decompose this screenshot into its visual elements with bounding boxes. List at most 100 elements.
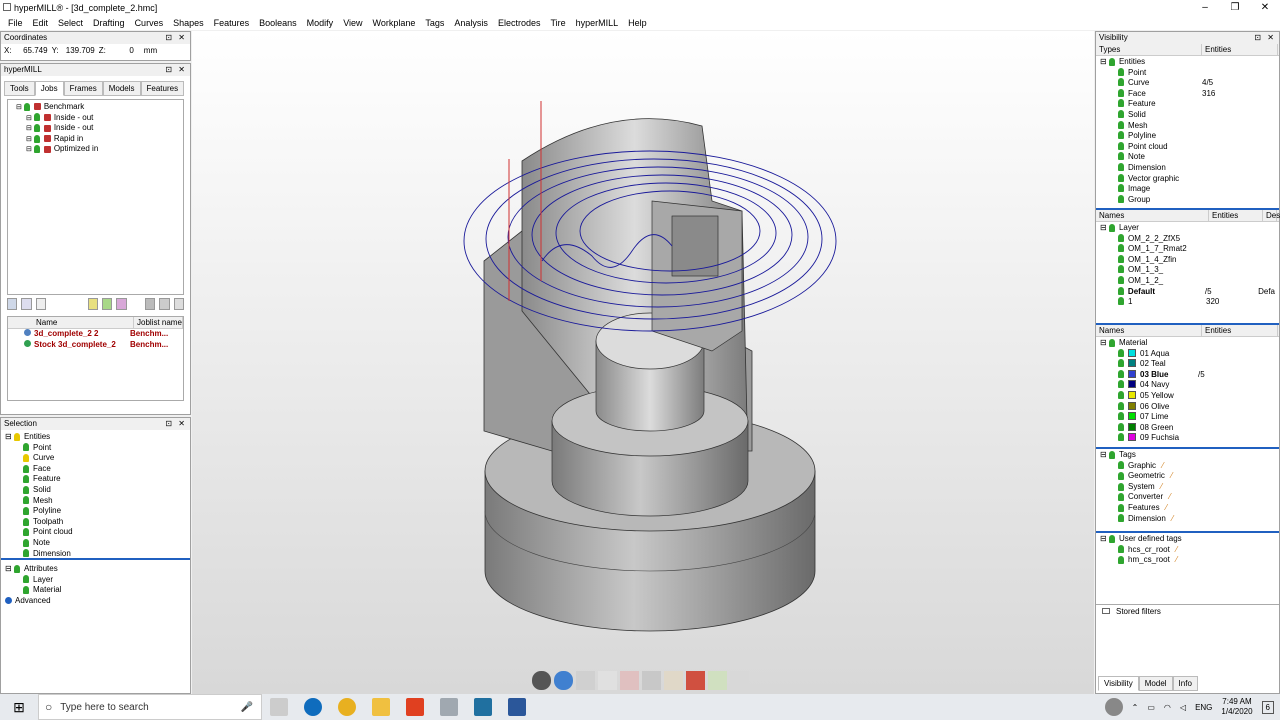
- column-header[interactable]: Entities: [1202, 44, 1278, 55]
- attribute-item[interactable]: Layer: [5, 575, 186, 586]
- attribute-item[interactable]: Material: [5, 585, 186, 596]
- menu-help[interactable]: Help: [623, 18, 652, 28]
- material-item[interactable]: 06 Olive: [1100, 401, 1275, 413]
- column-header[interactable]: Names: [1096, 325, 1202, 336]
- expand-icon[interactable]: ⊟: [26, 115, 34, 122]
- column-header[interactable]: Name: [8, 317, 134, 328]
- material-item[interactable]: 04 Navy: [1100, 380, 1275, 391]
- table-row[interactable]: Stock 3d_complete_2 Benchm...: [8, 339, 183, 351]
- acrobat-icon[interactable]: [406, 698, 424, 716]
- menu-file[interactable]: File: [3, 18, 28, 28]
- type-item[interactable]: Polyline: [1100, 131, 1275, 142]
- column-header[interactable]: Des: [1263, 210, 1280, 221]
- layer-item[interactable]: OM_1_7_Rmat2: [1100, 244, 1275, 255]
- table-row[interactable]: 3d_complete_2 2 Benchm...: [8, 329, 183, 340]
- pencil-icon[interactable]: ⁄: [1164, 503, 1167, 512]
- calculate-icon[interactable]: [102, 298, 113, 310]
- expand-icon[interactable]: ⊟: [16, 104, 24, 111]
- settings-icon[interactable]: [35, 298, 47, 310]
- chevron-up-icon[interactable]: ⌃: [1132, 703, 1139, 712]
- pencil-icon[interactable]: ⁄: [1167, 492, 1170, 501]
- job-item[interactable]: ⊟ Inside - out: [12, 123, 179, 134]
- expand-icon[interactable]: ⊟: [26, 125, 34, 132]
- job-item[interactable]: ⊟ Inside - out: [12, 113, 179, 124]
- dimension-icon[interactable]: [642, 671, 661, 690]
- menu-features[interactable]: Features: [209, 18, 255, 28]
- menu-analysis[interactable]: Analysis: [449, 18, 493, 28]
- pin-icon[interactable]: ⊡ ✕: [165, 32, 187, 44]
- expand-icon[interactable]: ⊟: [5, 432, 14, 441]
- pencil-icon[interactable]: ⁄: [1160, 461, 1163, 470]
- color-icon[interactable]: [686, 671, 705, 690]
- menu-electrodes[interactable]: Electrodes: [493, 18, 546, 28]
- material-item[interactable]: 02 Teal: [1100, 359, 1275, 370]
- expand-icon[interactable]: ⊟: [1100, 223, 1109, 232]
- type-item[interactable]: Solid: [1100, 109, 1275, 121]
- y-value[interactable]: 139.709: [63, 46, 95, 55]
- hypermill-taskbar-icon[interactable]: [440, 698, 458, 716]
- pencil-icon[interactable]: ⁄: [1169, 471, 1172, 480]
- tag-item[interactable]: Features ⁄: [1100, 503, 1275, 514]
- tab-info[interactable]: Info: [1172, 676, 1198, 691]
- tag-item[interactable]: Graphic ⁄: [1100, 461, 1275, 472]
- menu-booleans[interactable]: Booleans: [254, 18, 302, 28]
- chrome-icon[interactable]: [338, 698, 356, 716]
- job-item[interactable]: ⊟ Rapid in: [12, 134, 179, 145]
- selection-item[interactable]: Point: [5, 443, 186, 454]
- expand-icon[interactable]: ⊟: [1100, 534, 1109, 543]
- layer-item[interactable]: Default/5 Defa: [1100, 286, 1275, 298]
- column-header[interactable]: Entities: [1209, 210, 1263, 221]
- pencil-icon[interactable]: ⁄: [1170, 514, 1173, 523]
- job-list-root[interactable]: ⊟ Benchmark: [12, 102, 179, 113]
- new-job-icon[interactable]: [7, 298, 18, 310]
- layer-item[interactable]: OM_1_2_: [1100, 275, 1275, 287]
- column-header[interactable]: Entities: [1202, 325, 1278, 336]
- tab-models[interactable]: Models: [102, 81, 141, 96]
- expand-icon[interactable]: ⊟: [1100, 57, 1109, 66]
- type-item[interactable]: Point cloud: [1100, 141, 1275, 153]
- wifi-icon[interactable]: ◠: [1164, 703, 1171, 712]
- layer-root[interactable]: ⊟ Layer: [1100, 223, 1275, 234]
- selection-item[interactable]: Feature: [5, 474, 186, 485]
- type-item[interactable]: Group: [1100, 194, 1275, 206]
- tag-item[interactable]: hcs_cr_root ⁄: [1100, 545, 1275, 556]
- type-item[interactable]: Dimension: [1100, 162, 1275, 174]
- type-item[interactable]: Vector graphic: [1100, 173, 1275, 185]
- word-icon[interactable]: [508, 698, 526, 716]
- layer-item[interactable]: 1 320: [1100, 297, 1275, 308]
- pin-icon[interactable]: ⊡ ✕: [1254, 32, 1276, 44]
- selection-item[interactable]: Polyline: [5, 506, 186, 517]
- model-icon[interactable]: [173, 298, 184, 310]
- search-box[interactable]: ○ Type here to search 🎤: [38, 694, 262, 720]
- material-item[interactable]: 08 Green: [1100, 422, 1275, 434]
- selection-item[interactable]: Point cloud: [5, 527, 186, 538]
- menu-curves[interactable]: Curves: [130, 18, 169, 28]
- menu-tire[interactable]: Tire: [545, 18, 570, 28]
- selection-item[interactable]: Face: [5, 464, 186, 475]
- user-avatar[interactable]: [1104, 698, 1123, 716]
- notifications-icon[interactable]: 6: [1261, 700, 1274, 714]
- frame-icon[interactable]: [159, 298, 170, 310]
- tag-item[interactable]: hm_cs_root ⁄: [1100, 555, 1275, 566]
- type-item[interactable]: Note: [1100, 152, 1275, 163]
- material-root[interactable]: ⊟ Material: [1100, 338, 1275, 349]
- menu-modify[interactable]: Modify: [302, 18, 339, 28]
- expand-icon[interactable]: ⊟: [5, 564, 14, 573]
- file-explorer-icon[interactable]: [372, 698, 390, 716]
- measure-icon[interactable]: [620, 671, 639, 690]
- ruler-icon[interactable]: [598, 671, 617, 690]
- menu-hypermill[interactable]: hyperMILL: [571, 18, 624, 28]
- tab-frames[interactable]: Frames: [63, 81, 103, 96]
- app-taskbar-icon[interactable]: [474, 698, 492, 716]
- layer-item[interactable]: OM_2_2_ZfX5: [1100, 233, 1275, 245]
- selection-root[interactable]: ⊟ Entities: [5, 432, 186, 443]
- menu-workplane[interactable]: Workplane: [368, 18, 421, 28]
- material-item[interactable]: 07 Lime: [1100, 412, 1275, 423]
- minimize-icon[interactable]: –: [1190, 0, 1220, 15]
- tab-jobs[interactable]: Jobs: [34, 81, 64, 96]
- tab-model[interactable]: Model: [1138, 676, 1173, 691]
- language-indicator[interactable]: ENG: [1195, 703, 1212, 712]
- layer-item[interactable]: OM_1_4_Zfin: [1100, 254, 1275, 266]
- task-view-icon[interactable]: [270, 698, 288, 716]
- advanced-item[interactable]: Advanced: [5, 596, 186, 607]
